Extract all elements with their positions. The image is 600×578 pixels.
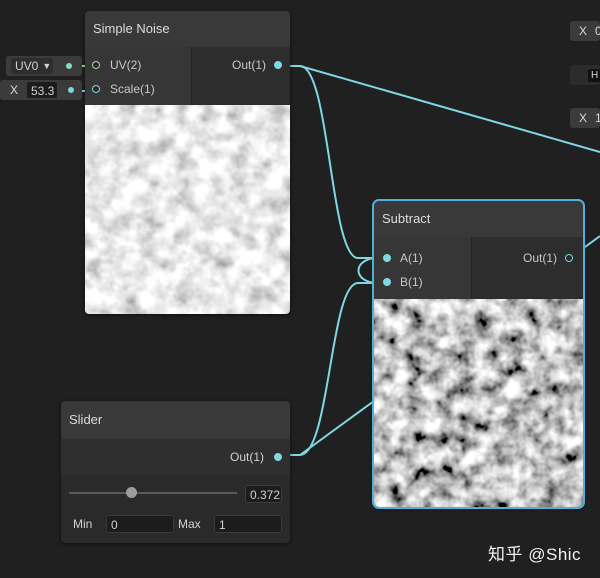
offscreen-hdr-chip[interactable]: H (570, 65, 600, 85)
uv-dropdown[interactable]: UV0 ▼ (10, 57, 54, 75)
watermark-text: 知乎 @Shic (488, 545, 582, 564)
offscreen-x-input-2[interactable]: X 1 (570, 108, 600, 128)
simple-noise-inputs: UV(2) Scale(1) (85, 47, 192, 105)
offscreen-x1-axis: X (579, 24, 588, 38)
simple-noise-outputs: Out(1) (192, 47, 290, 105)
port-b-label: B(1) (400, 275, 423, 289)
uv-output-port-icon[interactable] (66, 63, 72, 69)
subtract-inputs: A(1) B(1) (374, 237, 472, 299)
slider-track[interactable] (69, 492, 237, 494)
out-port-icon[interactable] (274, 61, 282, 69)
port-a[interactable]: A(1) (374, 246, 471, 270)
min-value-field[interactable]: 0 (106, 515, 174, 533)
chevron-down-icon: ▼ (42, 61, 52, 71)
subtract-title: Subtract (374, 201, 583, 237)
scale-axis-label: X (10, 83, 19, 97)
min-label: Min (73, 517, 93, 531)
noise-preview-image (85, 105, 290, 314)
subtract-out-port-icon[interactable] (565, 254, 573, 262)
slider-out-port-icon[interactable] (274, 453, 282, 461)
slider-thumb[interactable] (125, 487, 137, 498)
max-value-field[interactable]: 1 (214, 515, 282, 533)
wire-noise-to-a (284, 65, 378, 259)
slider-range-row: Min 0 Max 1 (61, 509, 290, 539)
subtract-out-label: Out(1) (522, 251, 557, 265)
slider-node[interactable]: Slider Out(1) 0.372 Min 0 Max 1 (61, 401, 290, 543)
simple-noise-title: Simple Noise (85, 11, 290, 47)
slider-title: Slider (61, 401, 290, 439)
scale-output-port-icon[interactable] (68, 87, 74, 93)
uv-dropdown-value: UV0 (15, 59, 39, 73)
slider-out-label: Out(1) (229, 450, 264, 464)
simple-noise-node[interactable]: Simple Noise UV(2) Scale(1) Out(1) (85, 11, 290, 314)
subtract-port-out[interactable]: Out(1) (472, 246, 583, 270)
uv-port-icon[interactable] (92, 61, 100, 69)
port-a-label: A(1) (400, 251, 423, 265)
offscreen-x1-value[interactable]: 0 (595, 24, 600, 38)
slider-control-row: 0.372 (61, 475, 290, 509)
offscreen-x-input-1[interactable]: X 0 (570, 21, 600, 41)
offscreen-hdr-label: H (588, 68, 600, 82)
simple-noise-ports: UV(2) Scale(1) Out(1) (85, 47, 290, 105)
subtract-preview-image (374, 299, 583, 507)
port-uv-label: UV(2) (110, 58, 142, 72)
subtract-ports: A(1) B(1) Out(1) (374, 237, 583, 299)
wire-slider-to-b (284, 282, 378, 456)
scale-port-icon[interactable] (92, 85, 100, 93)
port-out-label: Out(1) (231, 58, 266, 72)
offscreen-x2-value[interactable]: 1 (595, 111, 600, 125)
scale-value-field[interactable]: 53.3 (26, 81, 58, 99)
port-scale[interactable]: Scale(1) (85, 77, 191, 101)
scale-input-chip[interactable]: X 53.3 (0, 80, 82, 100)
port-uv[interactable]: UV(2) (85, 53, 191, 77)
subtract-outputs: Out(1) (472, 237, 583, 299)
a-port-icon[interactable] (383, 254, 391, 262)
max-label: Max (178, 517, 201, 531)
wire-noise-to-offscreen (299, 65, 600, 153)
port-b[interactable]: B(1) (374, 270, 471, 294)
slider-output-row: Out(1) (61, 439, 290, 475)
subtract-node[interactable]: Subtract A(1) B(1) Out(1) (372, 199, 585, 509)
uv-input-chip[interactable]: UV0 ▼ (6, 56, 82, 76)
offscreen-x2-axis: X (579, 111, 588, 125)
port-scale-label: Scale(1) (110, 82, 155, 96)
b-port-icon[interactable] (383, 278, 391, 286)
slider-value-field[interactable]: 0.372 (245, 485, 282, 503)
port-out[interactable]: Out(1) (192, 53, 290, 77)
